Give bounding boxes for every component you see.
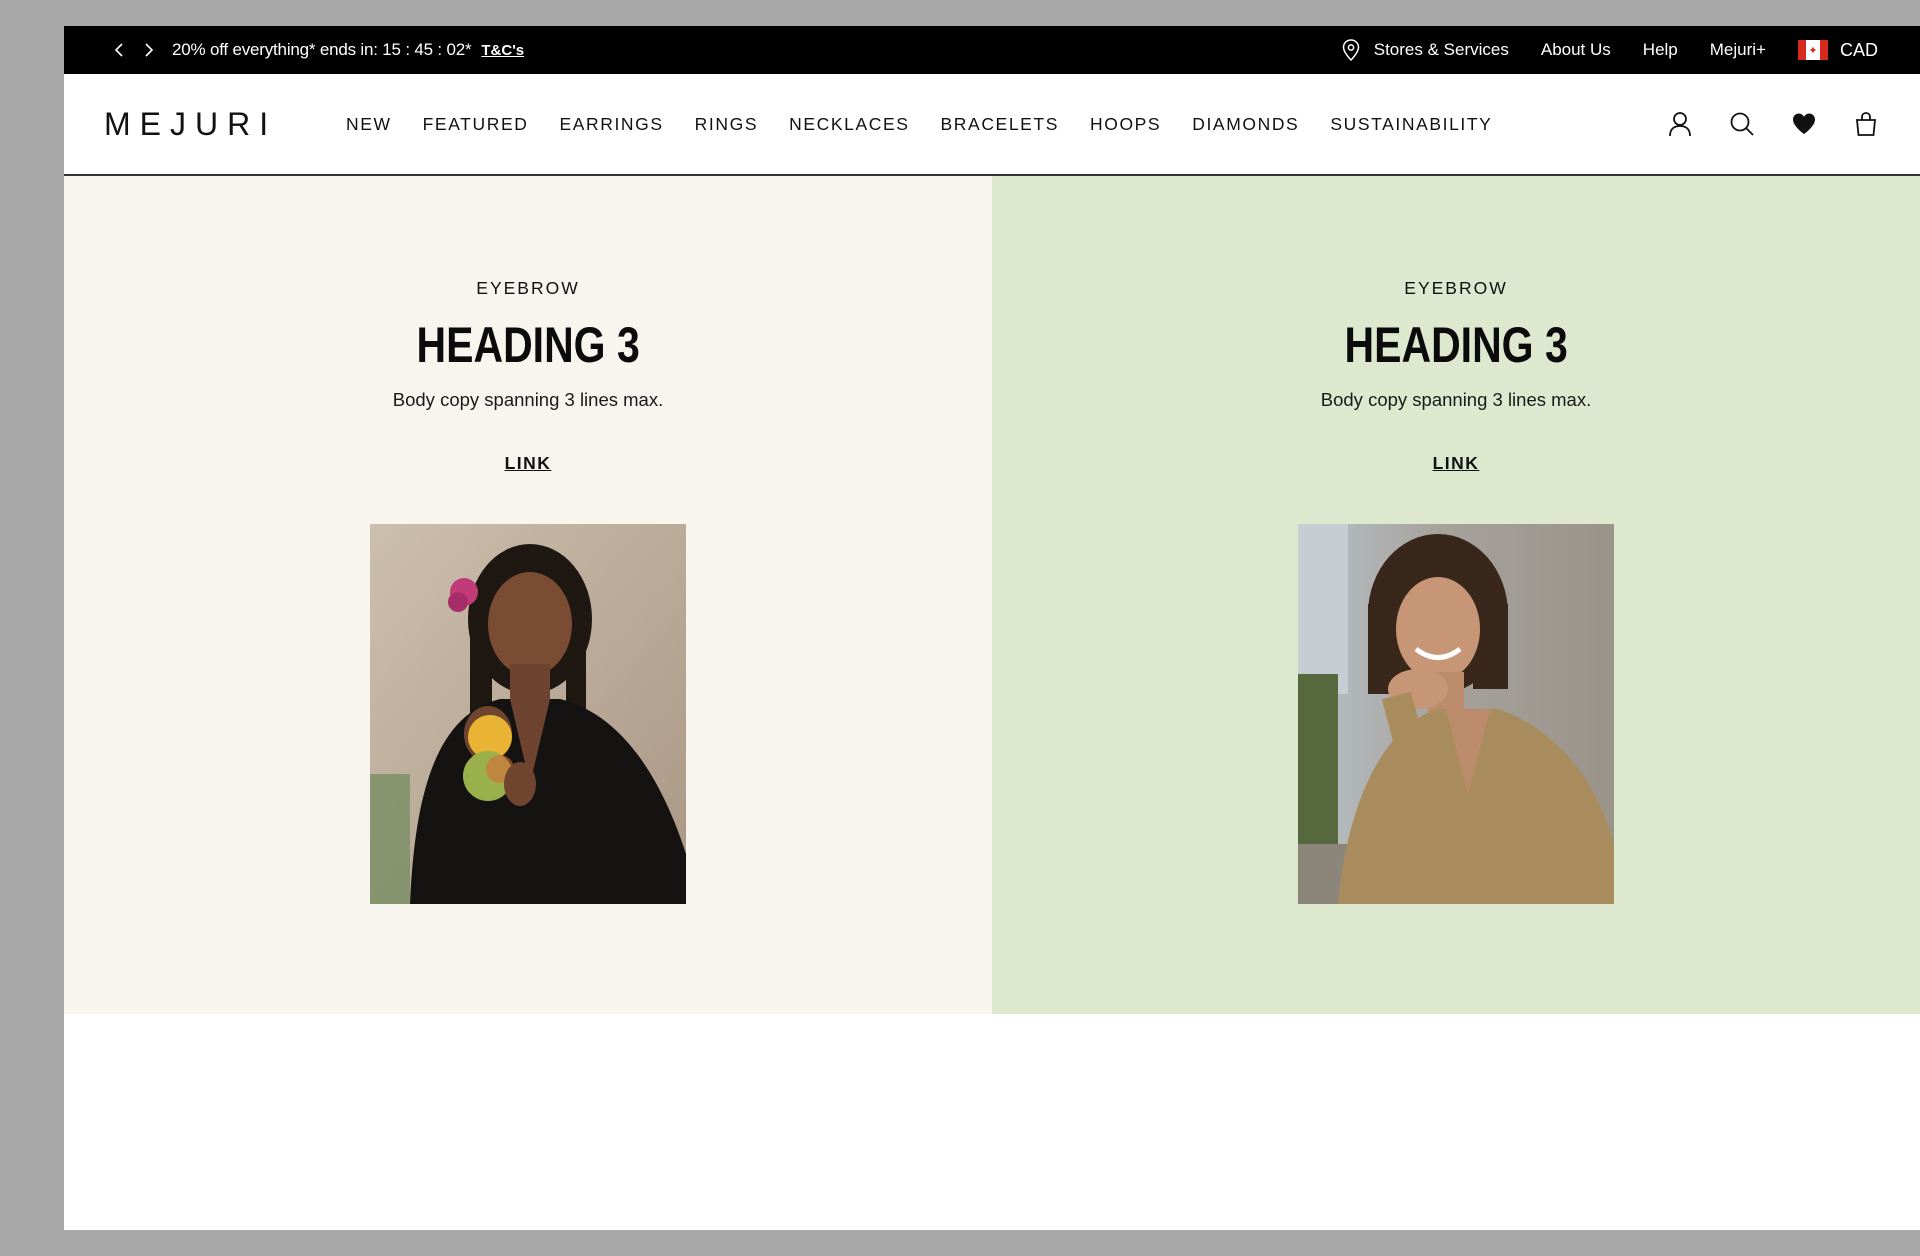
chevron-right-icon: [145, 43, 154, 57]
panel-heading: HEADING 3: [1344, 317, 1568, 373]
panel-link[interactable]: LINK: [1433, 453, 1480, 474]
help-link[interactable]: Help: [1643, 40, 1678, 60]
promo-bar: 20% off everything* ends in: 15 : 45 : 0…: [64, 26, 1920, 74]
nav-item-earrings[interactable]: EARRINGS: [559, 114, 663, 135]
header-icons: [1632, 110, 1880, 138]
bag-icon: [1856, 112, 1876, 136]
stores-services-link[interactable]: Stores & Services: [1342, 39, 1509, 61]
hero-panel-right: EYEBROW HEADING 3 Body copy spanning 3 l…: [992, 176, 1920, 1014]
main-nav: NEW FEATURED EARRINGS RINGS NECKLACES BR…: [346, 114, 1523, 135]
wishlist-button[interactable]: [1790, 110, 1818, 138]
promo-left: 20% off everything* ends in: 15 : 45 : 0…: [104, 35, 524, 65]
nav-item-hoops[interactable]: HOOPS: [1090, 114, 1161, 135]
nav-item-featured[interactable]: FEATURED: [423, 114, 529, 135]
nav-item-necklaces[interactable]: NECKLACES: [789, 114, 909, 135]
nav-item-diamonds[interactable]: DIAMONDS: [1192, 114, 1299, 135]
terms-link[interactable]: T&C's: [481, 42, 524, 59]
account-icon: [1669, 112, 1691, 137]
location-pin-icon: [1342, 39, 1360, 61]
panel-body-copy: Body copy spanning 3 lines max.: [1320, 389, 1592, 410]
nav-item-rings[interactable]: RINGS: [695, 114, 758, 135]
page: 20% off everything* ends in: 15 : 45 : 0…: [64, 26, 1920, 1230]
search-button[interactable]: [1728, 110, 1756, 138]
panel-heading: HEADING 3: [416, 317, 640, 373]
heart-icon: [1793, 113, 1815, 134]
panel-body-copy: Body copy spanning 3 lines max.: [392, 389, 664, 410]
stores-services-label: Stores & Services: [1373, 40, 1509, 59]
cart-button[interactable]: [1852, 110, 1880, 138]
nav-item-bracelets[interactable]: BRACELETS: [941, 114, 1059, 135]
currency-selector[interactable]: ✦ CAD: [1797, 39, 1878, 61]
hero-panel-left: EYEBROW HEADING 3 Body copy spanning 3 l…: [64, 176, 992, 1014]
panel-eyebrow: EYEBROW: [476, 278, 580, 298]
utility-links: Stores & Services About Us Help Mejuri+ …: [1342, 39, 1878, 61]
chevron-left-icon: [114, 43, 123, 57]
promo-prev-button[interactable]: [104, 35, 134, 65]
hero-panels: EYEBROW HEADING 3 Body copy spanning 3 l…: [64, 176, 1920, 1014]
account-button[interactable]: [1666, 110, 1694, 138]
main-header: MEJURI NEW FEATURED EARRINGS RINGS NECKL…: [64, 74, 1920, 176]
model-photo-right[interactable]: [1298, 524, 1614, 904]
panel-link[interactable]: LINK: [505, 453, 552, 474]
promo-next-button[interactable]: [134, 35, 164, 65]
promo-text: 20% off everything* ends in: 15 : 45 : 0…: [172, 40, 472, 59]
model-photo-left[interactable]: [370, 524, 686, 904]
search-icon: [1730, 112, 1754, 136]
currency-label: CAD: [1839, 39, 1878, 60]
panel-eyebrow: EYEBROW: [1404, 278, 1508, 298]
mejuri-logo[interactable]: MEJURI: [104, 106, 304, 143]
canada-flag-icon: ✦: [1797, 40, 1828, 60]
about-us-link[interactable]: About Us: [1541, 40, 1611, 60]
mejuri-plus-link[interactable]: Mejuri+: [1710, 40, 1766, 60]
nav-item-sustainability[interactable]: SUSTAINABILITY: [1330, 114, 1492, 135]
nav-item-new[interactable]: NEW: [346, 114, 392, 135]
